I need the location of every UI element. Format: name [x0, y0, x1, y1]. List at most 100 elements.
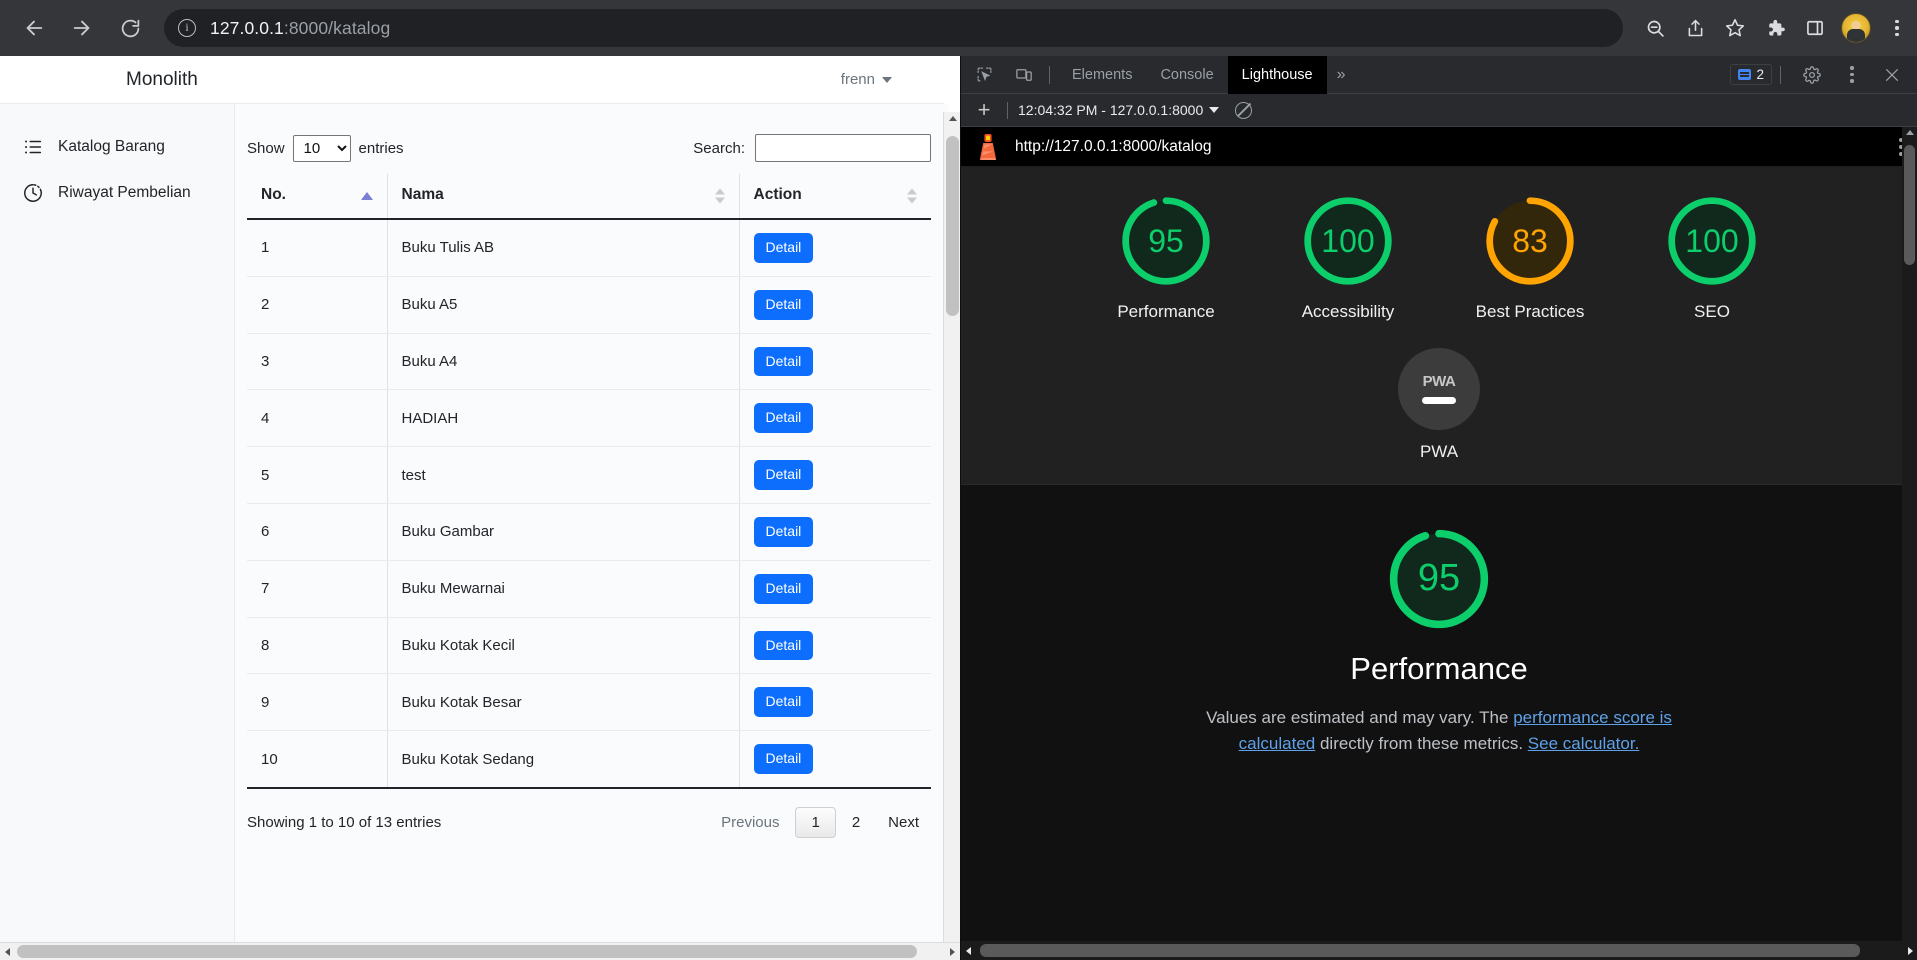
devtools-horizontal-scrollbar[interactable] [961, 941, 1917, 960]
column-header-nama[interactable]: Nama [386, 174, 739, 220]
table-row: 4 HADIAH Detail [247, 389, 931, 448]
score-label: Best Practices [1475, 302, 1585, 321]
tab-lighthouse[interactable]: Lighthouse [1227, 55, 1327, 94]
detail-button[interactable]: Detail [753, 573, 814, 604]
page-length-select[interactable]: 102550100 [292, 134, 351, 162]
new-report-button[interactable]: + [971, 99, 997, 121]
app-body: Katalog Barang Riwayat Pembelian Show 10… [0, 104, 949, 942]
gear-icon[interactable] [1795, 60, 1829, 90]
tab-elements[interactable]: Elements [1058, 56, 1146, 94]
cell-nama: test [386, 446, 739, 504]
scrollbar-thumb[interactable] [946, 136, 959, 316]
report-run-select[interactable]: 12:04:32 PM - 127.0.0.1:8000 [1018, 102, 1220, 118]
detail-button[interactable]: Detail [753, 403, 814, 434]
detail-button[interactable]: Detail [753, 346, 814, 377]
pwa-dash-icon [1422, 397, 1456, 405]
scroll-up-icon[interactable] [1906, 130, 1914, 135]
clear-icon[interactable] [1235, 101, 1253, 119]
gauge-performance-large: 95 [1385, 525, 1493, 633]
pagination-page-2[interactable]: 2 [840, 807, 872, 838]
site-info-icon[interactable]: i [178, 19, 196, 37]
column-header-action[interactable]: Action [738, 174, 931, 220]
inspect-element-icon[interactable] [967, 60, 1001, 90]
cell-no: 5 [247, 446, 387, 504]
score-seo[interactable]: 100 SEO [1647, 193, 1777, 324]
message-count-badge[interactable]: 2 [1730, 64, 1772, 85]
forward-icon[interactable] [62, 8, 102, 48]
user-menu[interactable]: frenn [841, 71, 918, 88]
gauge-performance: 95 [1118, 193, 1214, 289]
scroll-right-icon[interactable] [950, 948, 955, 956]
divider [1007, 101, 1008, 119]
search-icon[interactable] [1635, 8, 1675, 48]
cell-action: Detail [738, 617, 931, 675]
score-best-practices[interactable]: 83 Best Practices [1465, 193, 1595, 324]
device-toolbar-icon[interactable] [1007, 60, 1041, 90]
detail-button[interactable]: Detail [753, 233, 814, 263]
reload-icon[interactable] [110, 8, 150, 48]
scrollbar-thumb[interactable] [1904, 145, 1915, 265]
bookmark-star-icon[interactable] [1715, 8, 1755, 48]
score-value: 83 [1512, 222, 1548, 259]
sidebar-item-riwayat-pembelian[interactable]: Riwayat Pembelian [0, 170, 234, 216]
sidebar-item-katalog-barang[interactable]: Katalog Barang [0, 124, 234, 170]
side-panel-icon[interactable] [1795, 8, 1835, 48]
scroll-left-icon[interactable] [5, 948, 10, 956]
score-value: 100 [1685, 222, 1739, 259]
scrollbar-thumb[interactable] [980, 944, 1860, 957]
web-page: Monolith frenn Katalog Barang Riwayat Pe… [0, 56, 949, 942]
score-performance[interactable]: 95 Performance [1101, 193, 1231, 324]
page-vertical-scrollbar[interactable] [943, 112, 960, 960]
datatable-footer: Showing 1 to 10 of 13 entries Previous 1… [247, 789, 931, 838]
sidebar-item-label: Katalog Barang [58, 138, 165, 155]
pagination-page-1[interactable]: 1 [795, 806, 836, 838]
share-icon[interactable] [1675, 8, 1715, 48]
lighthouse-icon [979, 133, 997, 160]
table-row: 9 Buku Kotak Besar Detail [247, 673, 931, 732]
scrollbar-thumb[interactable] [17, 945, 917, 958]
column-header-no[interactable]: No. [247, 174, 387, 220]
detail-button[interactable]: Detail [753, 289, 814, 320]
devtools-vertical-scrollbar[interactable] [1902, 127, 1917, 960]
search-input[interactable] [755, 134, 931, 162]
back-icon[interactable] [14, 8, 54, 48]
column-label: Action [753, 186, 802, 203]
scroll-up-icon[interactable] [949, 116, 957, 121]
lighthouse-subbar: + 12:04:32 PM - 127.0.0.1:8000 [961, 94, 1917, 127]
cell-nama: Buku Kotak Kecil [386, 617, 739, 675]
tab-console[interactable]: Console [1146, 56, 1227, 94]
divider [1780, 65, 1781, 84]
avatar[interactable] [1841, 13, 1871, 43]
score-accessibility[interactable]: 100 Accessibility [1283, 193, 1413, 324]
cell-action: Detail [738, 730, 931, 789]
detail-button[interactable]: Detail [753, 630, 814, 661]
detail-button[interactable]: Detail [753, 687, 814, 718]
detail-button[interactable]: Detail [753, 460, 814, 490]
pagination-next[interactable]: Next [876, 807, 931, 838]
chrome-menu-icon[interactable] [1877, 8, 1917, 48]
close-icon[interactable] [1875, 60, 1909, 90]
table-row: 8 Buku Kotak Kecil Detail [247, 617, 931, 675]
scroll-left-icon[interactable] [966, 947, 971, 955]
more-tabs-icon[interactable]: » [1327, 66, 1356, 84]
detail-button[interactable]: Detail [753, 516, 814, 547]
page-horizontal-scrollbar[interactable] [0, 942, 960, 960]
cell-no: 4 [247, 389, 387, 448]
cell-action: Detail [738, 389, 931, 448]
cell-action: Detail [738, 446, 931, 504]
scroll-right-icon[interactable] [1908, 947, 1913, 955]
cell-nama: Buku Gambar [386, 503, 739, 561]
column-label: No. [261, 186, 286, 203]
kebab-menu-icon[interactable] [1835, 60, 1869, 90]
extensions-icon[interactable] [1755, 8, 1795, 48]
score-label: Performance [1117, 302, 1215, 321]
score-pwa[interactable]: PWA PWA [961, 347, 1917, 462]
divider [1049, 65, 1050, 84]
url-text: 127.0.0.1:8000/katalog [210, 17, 391, 38]
devtools-panel: Elements Console Lighthouse » 2 + 12:04:… [960, 55, 1917, 960]
detail-button[interactable]: Detail [753, 744, 814, 774]
address-bar[interactable]: i 127.0.0.1:8000/katalog [164, 9, 1623, 47]
pagination-previous[interactable]: Previous [709, 807, 791, 838]
message-count: 2 [1756, 67, 1764, 82]
see-calculator-link[interactable]: See calculator. [1528, 734, 1640, 753]
